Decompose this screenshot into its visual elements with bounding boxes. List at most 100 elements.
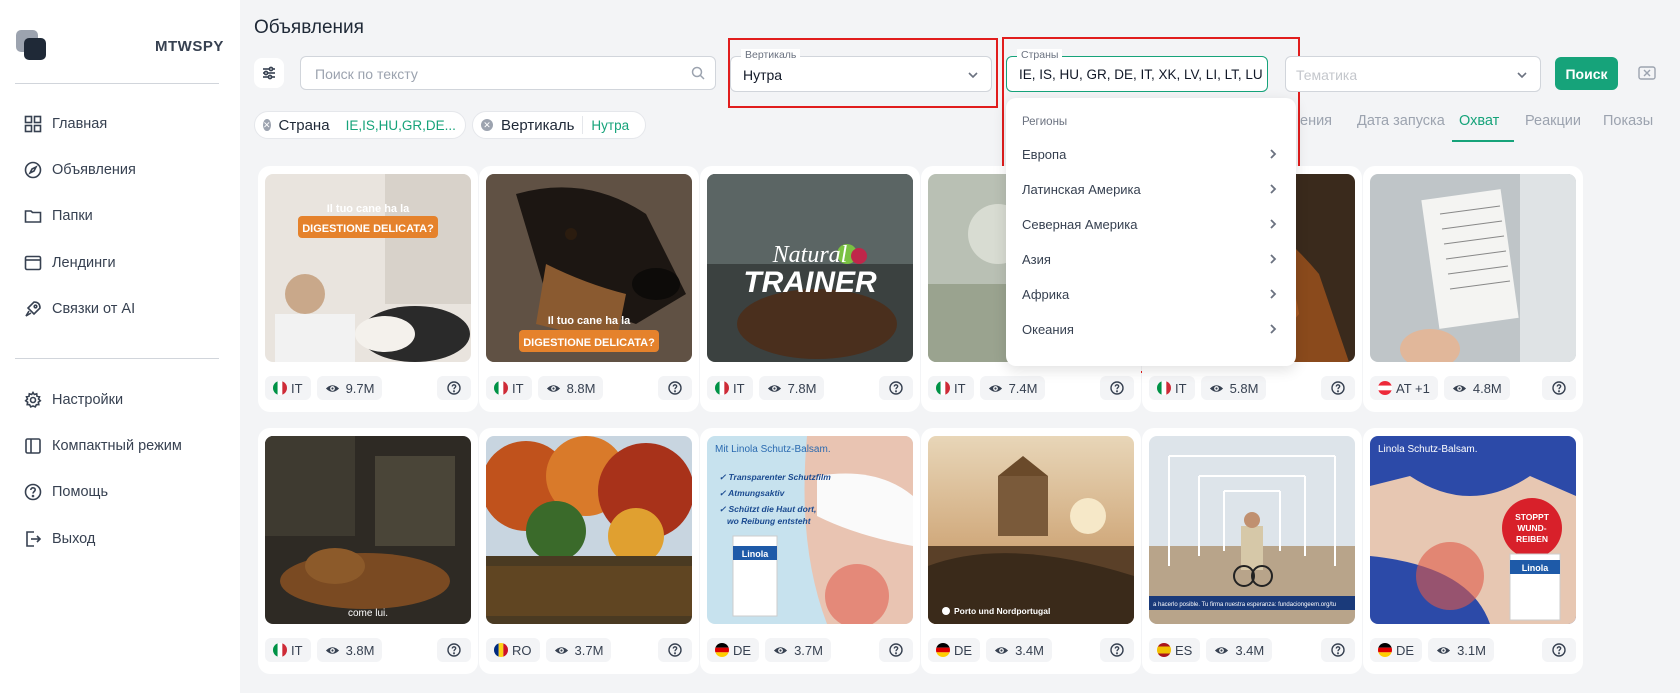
ad-thumbnail[interactable] bbox=[1370, 174, 1576, 362]
sidebar: MTWSPY Главная Объявления Папки Лендинги… bbox=[0, 0, 240, 693]
svg-text:Il tuo cane ha la: Il tuo cane ha la bbox=[327, 203, 410, 215]
svg-text:a hacerlo posible. Tu firma nu: a hacerlo posible. Tu firma nuestra espe… bbox=[1153, 602, 1336, 608]
sidebar-item-ai-bundles[interactable]: Связки от AI bbox=[24, 297, 135, 321]
tab-sort-partial[interactable]: ения bbox=[1300, 113, 1332, 129]
flag-icon bbox=[936, 381, 950, 395]
sidebar-item-ads[interactable]: Объявления bbox=[24, 158, 136, 182]
ad-card[interactable]: Linola Schutz-Balsam. STOPPT WUND- REIBEN Li… bbox=[1363, 428, 1583, 674]
theme-select[interactable]: Тематика bbox=[1285, 56, 1541, 92]
tab-impressions[interactable]: Показы bbox=[1603, 113, 1653, 129]
ad-thumbnail[interactable] bbox=[486, 436, 692, 624]
views-count: 9.7M bbox=[345, 380, 375, 396]
sidebar-item-label: Лендинги bbox=[52, 255, 116, 271]
logo-icon[interactable] bbox=[16, 30, 46, 60]
chevron-right-icon bbox=[1270, 324, 1277, 334]
ad-thumbnail[interactable]: Il tuo cane ha la DIGESTIONE DELICATA? bbox=[265, 174, 471, 362]
chevron-right-icon bbox=[1270, 149, 1277, 159]
chip-name: Вертикаль bbox=[501, 116, 575, 134]
card-help-button[interactable] bbox=[1321, 638, 1355, 662]
card-help-button[interactable] bbox=[1542, 376, 1576, 400]
card-help-button[interactable] bbox=[658, 376, 692, 400]
region-asia[interactable]: Азия bbox=[1022, 247, 1278, 271]
chevron-right-icon bbox=[1270, 289, 1277, 299]
region-oceania[interactable]: Океания bbox=[1022, 317, 1278, 341]
card-help-button[interactable] bbox=[1100, 638, 1134, 662]
ad-thumbnail[interactable]: Porto und Nordportugal bbox=[928, 436, 1134, 624]
card-help-button[interactable] bbox=[437, 376, 471, 400]
sidebar-item-logout[interactable]: Выход bbox=[24, 527, 95, 551]
card-help-button[interactable] bbox=[1542, 638, 1576, 662]
ad-card[interactable]: Natural TRAINER IT 7.8M bbox=[700, 166, 920, 412]
flag-icon bbox=[1157, 381, 1171, 395]
eye-icon bbox=[554, 646, 568, 654]
ad-card[interactable]: RO 3.7M bbox=[479, 428, 699, 674]
eye-icon bbox=[546, 384, 560, 392]
ad-card[interactable]: AT +1 4.8M bbox=[1363, 166, 1583, 412]
svg-text:Linola Schutz-Balsam.: Linola Schutz-Balsam. bbox=[1378, 444, 1478, 455]
sidebar-item-label: Папки bbox=[52, 208, 93, 224]
filter-chip-country[interactable]: ✕ Страна IE,IS,HU,GR,DE... bbox=[254, 111, 466, 139]
card-help-button[interactable] bbox=[879, 638, 913, 662]
country-badge: IT bbox=[486, 376, 532, 400]
card-help-button[interactable] bbox=[1321, 376, 1355, 400]
region-latin-america[interactable]: Латинская Америка bbox=[1022, 177, 1278, 201]
card-help-button[interactable] bbox=[1100, 376, 1134, 400]
search-icon[interactable] bbox=[691, 66, 705, 80]
filter-chip-vertical[interactable]: ✕ Вертикаль Нутра bbox=[472, 111, 646, 139]
card-help-button[interactable] bbox=[437, 638, 471, 662]
country-code: IT bbox=[733, 380, 745, 396]
ad-thumbnail[interactable]: a hacerlo posible. Tu firma nuestra espe… bbox=[1149, 436, 1355, 624]
eye-icon bbox=[1452, 384, 1466, 392]
ad-card[interactable]: Il tuo cane ha la DIGESTIONE DELICATA? IT 9… bbox=[258, 166, 478, 412]
remove-chip-icon[interactable]: ✕ bbox=[481, 119, 493, 131]
svg-text:TRAINER: TRAINER bbox=[743, 266, 877, 299]
remove-chip-icon[interactable]: ✕ bbox=[263, 119, 271, 131]
eye-icon bbox=[767, 384, 781, 392]
region-north-america[interactable]: Северная Америка bbox=[1022, 212, 1278, 236]
sidebar-item-help[interactable]: Помощь bbox=[24, 480, 108, 504]
sidebar-item-folders[interactable]: Папки bbox=[24, 204, 93, 228]
ad-thumbnail[interactable]: Natural TRAINER bbox=[707, 174, 913, 362]
ad-thumbnail[interactable]: Il tuo cane ha la DIGESTIONE DELICATA? bbox=[486, 174, 692, 362]
ad-thumbnail[interactable]: Mit Linola Schutz-Balsam. ✓ Transparenter… bbox=[707, 436, 913, 624]
views-count: 7.4M bbox=[1008, 380, 1038, 396]
help-icon bbox=[24, 483, 42, 501]
ad-card[interactable]: a hacerlo posible. Tu firma nuestra espe… bbox=[1142, 428, 1362, 674]
search-input[interactable] bbox=[313, 65, 677, 83]
tab-launch-date[interactable]: Дата запуска bbox=[1357, 113, 1445, 129]
country-code: IT bbox=[291, 642, 303, 658]
eye-icon bbox=[1437, 646, 1451, 654]
clear-icon[interactable] bbox=[1637, 63, 1657, 83]
region-europe[interactable]: Европа bbox=[1022, 142, 1278, 166]
tab-reactions[interactable]: Реакции bbox=[1525, 113, 1581, 129]
countries-select[interactable]: Страны IE, IS, HU, GR, DE, IT, XK, LV, L… bbox=[1006, 49, 1268, 92]
ad-card[interactable]: come lui. IT 3.8M bbox=[258, 428, 478, 674]
ad-thumbnail[interactable]: Linola Schutz-Balsam. STOPPT WUND- REIBEN Li… bbox=[1370, 436, 1576, 624]
views-count: 4.8M bbox=[1472, 380, 1502, 396]
ad-card[interactable]: Mit Linola Schutz-Balsam. ✓ Transparenter… bbox=[700, 428, 920, 674]
sidebar-item-landings[interactable]: Лендинги bbox=[24, 251, 116, 275]
eye-icon bbox=[325, 646, 339, 654]
tab-reach[interactable]: Охват bbox=[1459, 113, 1499, 129]
filters-button[interactable] bbox=[254, 58, 284, 88]
country-badge: ES bbox=[1149, 638, 1201, 662]
sidebar-item-compact-mode[interactable]: Компактный режим bbox=[24, 434, 182, 458]
svg-text:Porto und Nordportugal: Porto und Nordportugal bbox=[954, 606, 1050, 616]
flag-icon bbox=[715, 643, 729, 657]
search-input-box[interactable] bbox=[300, 56, 716, 90]
views-badge: 8.8M bbox=[537, 376, 604, 400]
sidebar-item-home[interactable]: Главная bbox=[24, 112, 107, 136]
card-help-button[interactable] bbox=[658, 638, 692, 662]
ad-card[interactable]: Porto und Nordportugal DE 3.4M bbox=[921, 428, 1141, 674]
views-badge: 3.8M bbox=[316, 638, 383, 662]
search-button[interactable]: Поиск bbox=[1555, 57, 1618, 90]
ad-thumbnail[interactable]: come lui. bbox=[265, 436, 471, 624]
vertical-select[interactable]: Вертикаль Нутра bbox=[730, 49, 992, 92]
regions-dropdown: Регионы Европа Латинская Америка Северна… bbox=[1006, 98, 1296, 366]
region-africa[interactable]: Африка bbox=[1022, 282, 1278, 306]
help-icon bbox=[1331, 643, 1345, 657]
ad-card[interactable]: Il tuo cane ha la DIGESTIONE DELICATA? IT 8… bbox=[479, 166, 699, 412]
card-help-button[interactable] bbox=[879, 376, 913, 400]
countries-value[interactable]: IE, IS, HU, GR, DE, IT, XK, LV, LI, LT, … bbox=[1019, 67, 1263, 82]
sidebar-item-settings[interactable]: Настройки bbox=[24, 388, 123, 412]
